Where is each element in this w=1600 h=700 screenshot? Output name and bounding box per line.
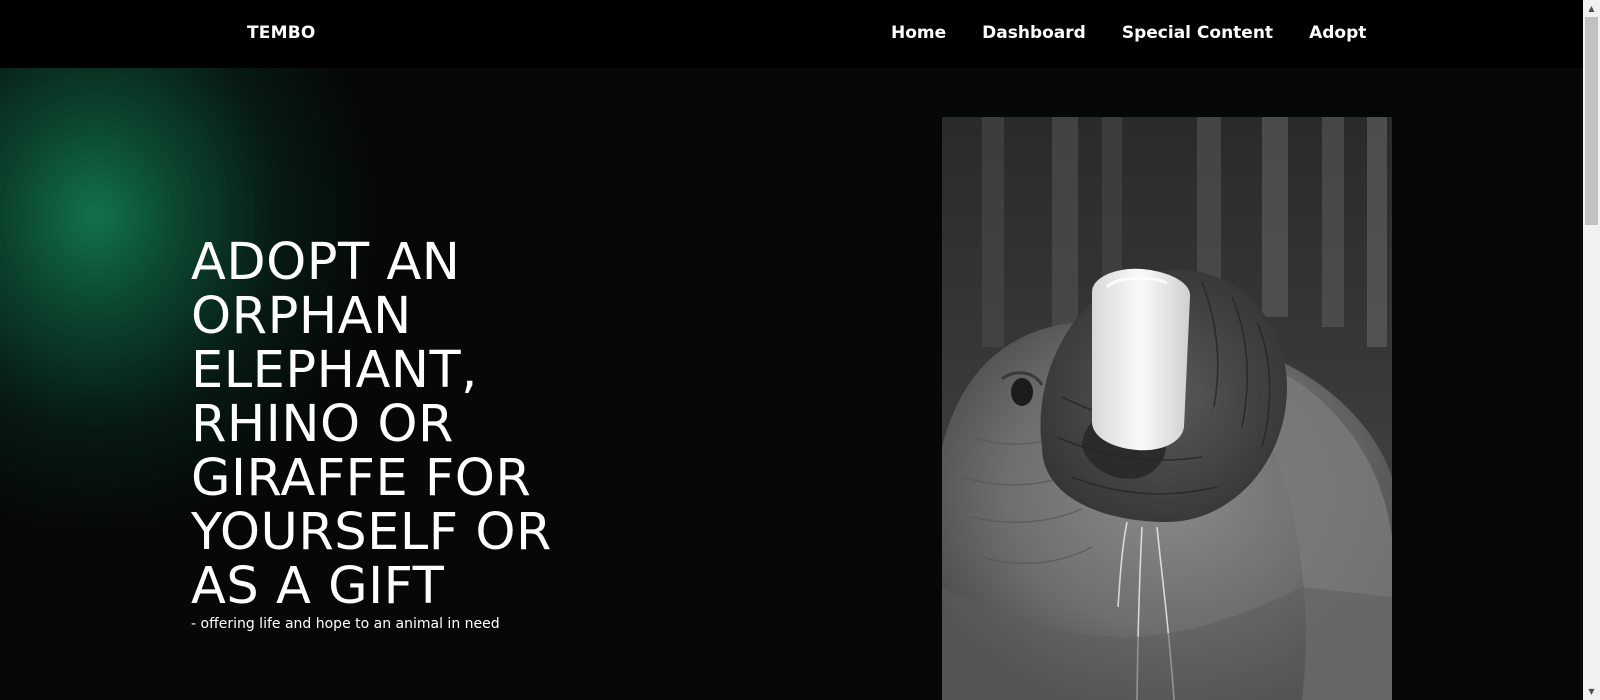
nav-link-home[interactable]: Home (891, 23, 946, 43)
top-navbar: TEMBO Home Dashboard Special Content Ado… (0, 0, 1583, 68)
hero-section: ADOPT AN ORPHAN ELEPHANT, RHINO OR GIRAF… (0, 68, 1583, 700)
hero-headline: ADOPT AN ORPHAN ELEPHANT, RHINO OR GIRAF… (191, 233, 552, 616)
nav-link-adopt[interactable]: Adopt (1309, 23, 1366, 43)
vertical-scrollbar[interactable]: ▲ ▼ (1583, 0, 1600, 700)
nav-link-dashboard[interactable]: Dashboard (982, 23, 1086, 43)
scroll-down-arrow-icon[interactable]: ▼ (1583, 683, 1600, 700)
elephant-photo (942, 117, 1392, 700)
scrollbar-thumb[interactable] (1585, 17, 1598, 225)
nav-links: Home Dashboard Special Content Adopt (891, 23, 1366, 43)
site-logo[interactable]: TEMBO (247, 23, 316, 43)
nav-link-special-content[interactable]: Special Content (1122, 23, 1273, 43)
hero-subline: - offering life and hope to an animal in… (191, 616, 500, 632)
scroll-up-arrow-icon[interactable]: ▲ (1583, 0, 1600, 17)
